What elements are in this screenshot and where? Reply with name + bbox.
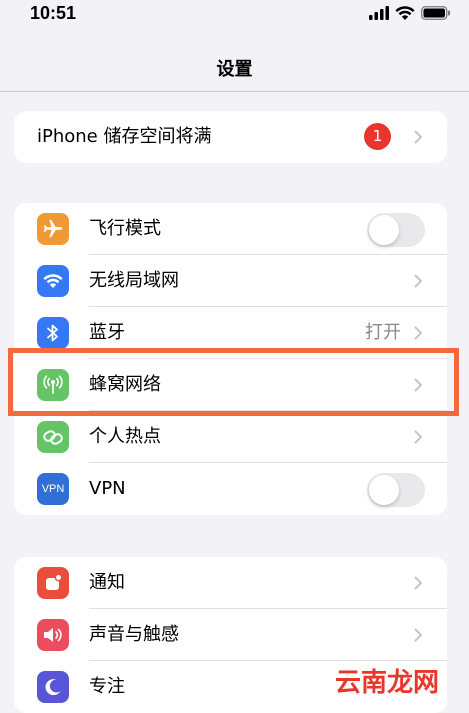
settings-row-bluetooth[interactable]: 蓝牙 打开: [14, 307, 447, 359]
airplane-mode-toggle[interactable]: [367, 213, 425, 247]
chevron-right-icon: [414, 130, 422, 144]
settings-row-label: VPN: [89, 478, 126, 499]
settings-row-label: 蓝牙: [89, 322, 125, 343]
speaker-icon: [37, 619, 69, 651]
settings-row-sounds[interactable]: 声音与触感: [14, 609, 447, 661]
settings-row-airplane[interactable]: 飞行模式: [14, 203, 447, 255]
status-time: 10:51: [30, 3, 77, 23]
chevron-right-icon: [414, 628, 422, 642]
vpn-icon: VPN: [37, 473, 69, 505]
airplane-icon: [37, 213, 69, 245]
settings-row-wifi[interactable]: 无线局域网: [14, 255, 447, 307]
notification-badge: 1: [364, 123, 391, 150]
settings-row-label: 个人热点: [89, 426, 161, 447]
settings-row-label: 声音与触感: [89, 624, 179, 645]
connectivity-group: 飞行模式 无线局域网 蓝牙 打开 蜂窝网络 个人热点 VPN VPN: [14, 203, 447, 515]
link-icon: [37, 421, 69, 453]
storage-alert-label: iPhone 储存空间将满: [37, 126, 212, 147]
page-title: 设置: [216, 59, 253, 80]
bell-icon: [37, 567, 69, 599]
settings-row-cellular[interactable]: 蜂窝网络: [14, 359, 447, 411]
bluetooth-status-value: 打开: [365, 322, 401, 343]
chevron-right-icon: [414, 326, 422, 340]
status-icons: [369, 6, 451, 20]
settings-row-label: 飞行模式: [89, 218, 161, 239]
chevron-right-icon: [414, 576, 422, 590]
chevron-right-icon: [414, 378, 422, 392]
storage-alert-group: iPhone 储存空间将满 1: [14, 111, 447, 163]
antenna-icon: [37, 369, 69, 401]
vpn-toggle[interactable]: [367, 473, 425, 507]
status-bar: 10:51: [0, 0, 469, 30]
settings-row-label: 蜂窝网络: [89, 374, 161, 395]
moon-icon: [37, 671, 69, 703]
chevron-right-icon: [414, 274, 422, 288]
navigation-bar: 设置: [0, 30, 469, 92]
chevron-right-icon: [414, 430, 422, 444]
bluetooth-icon: [37, 317, 69, 349]
toggle-knob: [369, 215, 399, 245]
watermark: 云南龙网: [334, 668, 439, 698]
wifi-status-icon: [395, 6, 415, 20]
settings-row-notifications[interactable]: 通知: [14, 557, 447, 609]
settings-row-label: 通知: [89, 572, 125, 593]
vpn-icon-text: VPN: [41, 483, 65, 495]
cellular-signal-icon: [369, 6, 389, 20]
battery-icon: [421, 6, 450, 20]
wifi-icon: [37, 265, 69, 297]
toggle-knob: [369, 475, 399, 505]
settings-row-vpn[interactable]: VPN VPN: [14, 463, 447, 515]
settings-row-hotspot[interactable]: 个人热点: [14, 411, 447, 463]
storage-alert-row[interactable]: iPhone 储存空间将满 1: [14, 111, 447, 163]
settings-row-label: 无线局域网: [89, 270, 179, 291]
settings-row-label: 专注: [89, 676, 125, 697]
